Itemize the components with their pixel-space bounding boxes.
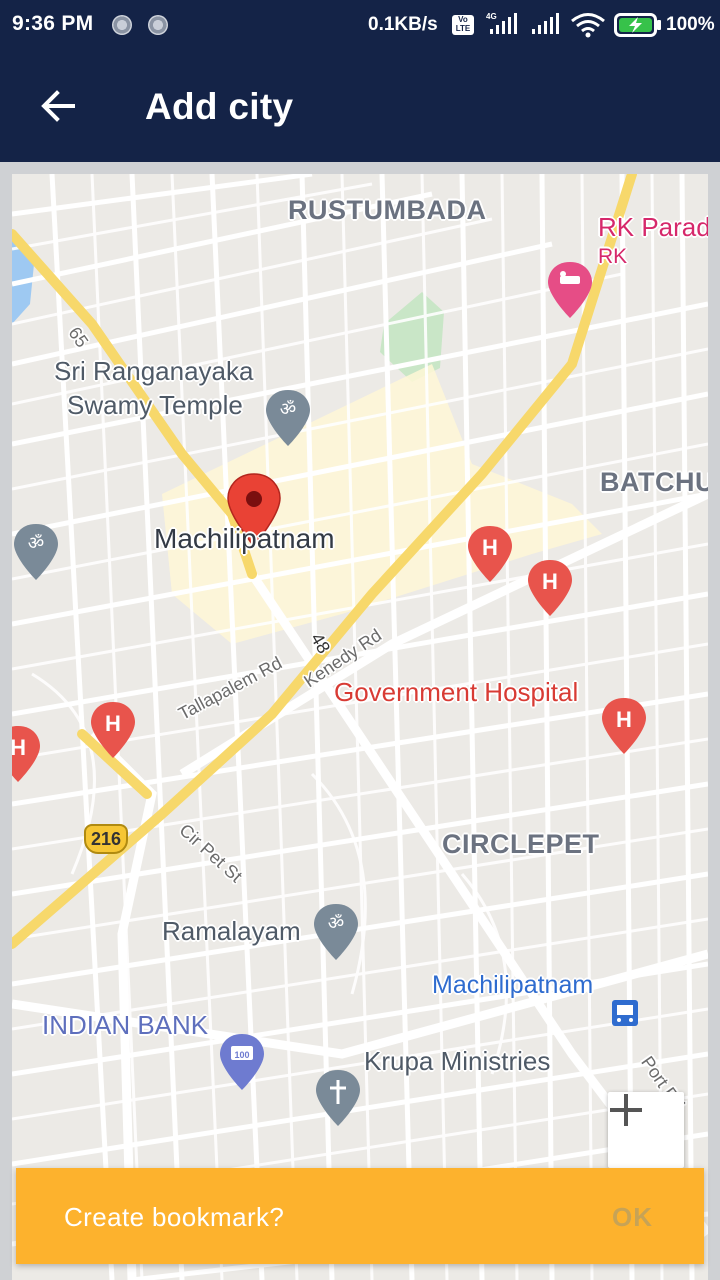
network-speed: 0.1KB/s xyxy=(368,14,438,35)
bookmark-snackbar: Create bookmark? OK xyxy=(16,1168,704,1264)
church-icon xyxy=(316,1070,360,1126)
selected-city-label: Machilipatnam xyxy=(154,523,335,554)
route-shield: 216 xyxy=(84,824,128,854)
content-area: ॐ ॐ ॐ H H H H H 100 RUSTUMBADA BATCHU CI… xyxy=(0,162,720,1280)
place-label: Machilipatnam xyxy=(432,971,594,999)
area-label: BATCHU xyxy=(600,467,708,497)
svg-text:100: 100 xyxy=(234,1050,249,1060)
place-sublabel: RK xyxy=(598,245,628,268)
app-bar: Add city xyxy=(0,52,720,162)
status-time: 9:36 PM xyxy=(12,12,94,35)
back-button[interactable] xyxy=(28,76,88,136)
hospital-icon: H xyxy=(12,726,40,782)
svg-text:H: H xyxy=(482,535,498,560)
map-canvas: ॐ ॐ ॐ H H H H H 100 xyxy=(12,174,708,1280)
svg-text:ॐ: ॐ xyxy=(280,399,296,420)
ok-button[interactable]: OK xyxy=(612,1202,653,1233)
place-label: Sri Ranganayaka xyxy=(54,356,254,386)
area-label: CIRCLEPET xyxy=(442,829,600,859)
notification-icon xyxy=(112,15,132,35)
svg-text:H: H xyxy=(105,711,121,736)
notification-icon xyxy=(148,15,168,35)
place-label: Swamy Temple xyxy=(67,390,243,420)
svg-text:ॐ: ॐ xyxy=(328,913,344,934)
plus-icon xyxy=(610,1094,642,1126)
signal-4g-icon: 4G xyxy=(486,12,517,34)
signal-icon xyxy=(532,13,559,34)
battery-charging-icon xyxy=(614,13,661,37)
place-label: Krupa Ministries xyxy=(364,1046,551,1076)
hospital-icon: H xyxy=(468,526,512,582)
page-title: Add city xyxy=(145,86,294,127)
volte-icon: Vo LTE xyxy=(452,15,474,35)
place-label: Ramalayam xyxy=(162,916,301,946)
svg-text:H: H xyxy=(616,707,632,732)
area-label: RUSTUMBADA xyxy=(288,195,487,225)
svg-text:H: H xyxy=(542,569,558,594)
svg-text:4G: 4G xyxy=(486,12,497,21)
hospital-icon: H xyxy=(528,560,572,616)
snackbar-message: Create bookmark? xyxy=(64,1202,285,1232)
wifi-icon xyxy=(571,13,605,38)
zoom-in-button[interactable] xyxy=(608,1092,684,1168)
place-label: INDIAN BANK xyxy=(42,1010,209,1040)
hospital-icon: H xyxy=(602,698,646,754)
bus-icon xyxy=(612,1000,638,1026)
battery-level: 100% xyxy=(666,14,715,35)
svg-text:H: H xyxy=(12,735,26,760)
map-view[interactable]: ॐ ॐ ॐ H H H H H 100 RUSTUMBADA BATCHU CI… xyxy=(12,174,708,1280)
svg-text:ॐ: ॐ xyxy=(28,533,44,554)
arrow-left-icon xyxy=(41,90,75,122)
place-label: RK Parad xyxy=(598,212,708,242)
status-bar: 9:36 PM 0.1KB/s Vo LTE 4G 100% xyxy=(0,0,720,52)
place-label: Government Hospital xyxy=(334,677,579,707)
